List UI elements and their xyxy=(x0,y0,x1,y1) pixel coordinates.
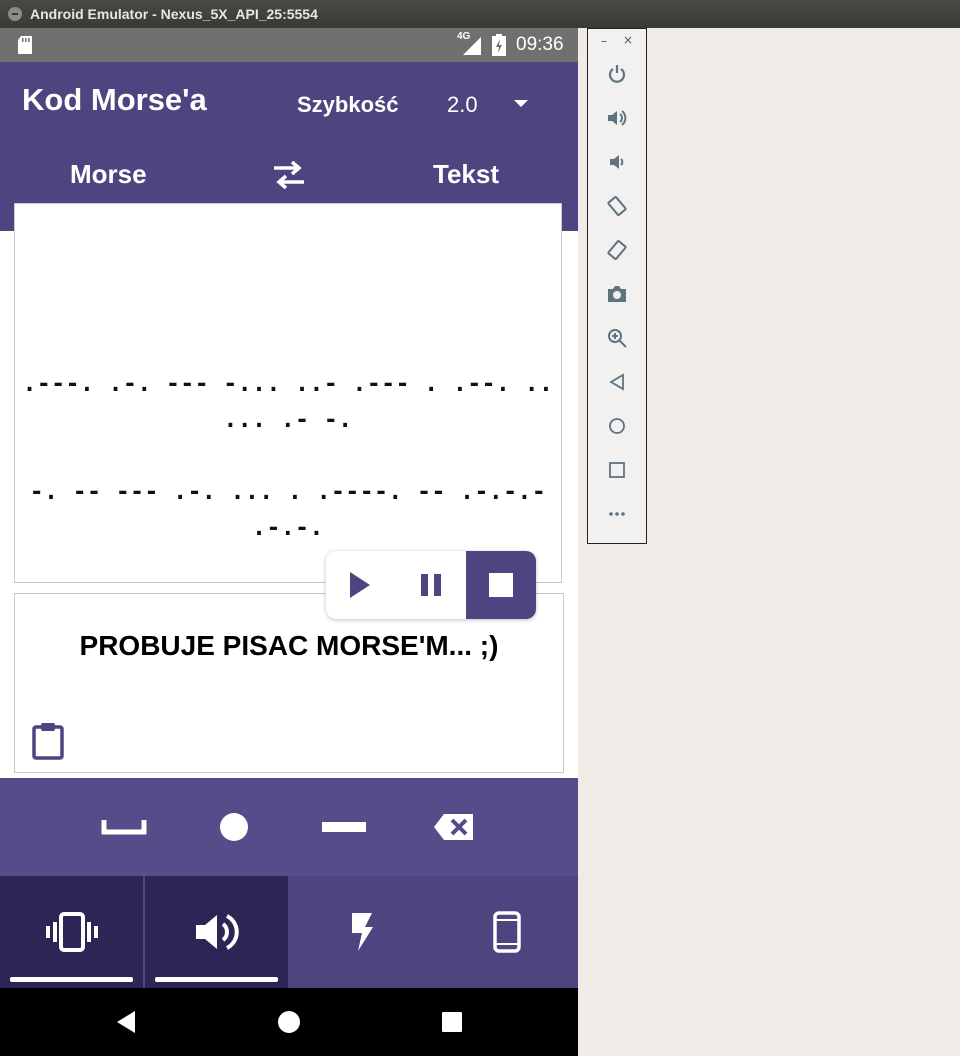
vibrate-icon xyxy=(45,912,98,952)
zoom-button[interactable] xyxy=(602,323,632,353)
speed-label: Szybkość xyxy=(297,92,399,117)
playback-controls xyxy=(326,551,536,619)
signal-icon xyxy=(463,37,481,55)
mode-vibrate[interactable] xyxy=(0,876,143,988)
speed-select[interactable]: 2.0 xyxy=(447,92,478,118)
play-button[interactable] xyxy=(330,551,390,619)
output-modes xyxy=(0,876,578,988)
nav-bar xyxy=(0,988,578,1056)
emulator-side-panel: – × xyxy=(587,28,647,544)
clock: 09:36 xyxy=(516,34,564,55)
more-button[interactable] xyxy=(602,499,632,529)
chevron-down-icon[interactable] xyxy=(514,100,528,107)
back-button[interactable] xyxy=(602,367,632,397)
home-icon xyxy=(278,1011,300,1033)
space-key-icon xyxy=(101,820,147,835)
dash-key[interactable] xyxy=(294,778,394,876)
more-icon xyxy=(609,512,625,516)
tab-tekst[interactable]: Tekst xyxy=(433,159,499,190)
pause-icon xyxy=(421,574,441,596)
mode-screen[interactable] xyxy=(435,876,578,988)
dot-key-icon xyxy=(220,813,248,841)
volume-down-icon xyxy=(610,155,624,169)
side-panel-header: – × xyxy=(588,29,646,55)
screenshot-button[interactable] xyxy=(602,279,632,309)
volume-icon xyxy=(195,914,239,950)
mode-sound[interactable] xyxy=(145,876,288,988)
pause-button[interactable] xyxy=(401,551,461,619)
volume-up-button[interactable] xyxy=(602,103,632,133)
volume-up-icon xyxy=(608,110,627,126)
back-icon xyxy=(609,373,624,391)
close-icon[interactable]: × xyxy=(623,33,633,47)
backspace-icon xyxy=(434,814,473,840)
nav-home-button[interactable] xyxy=(249,988,329,1056)
home-button[interactable] xyxy=(602,411,632,441)
morse-keypad xyxy=(0,778,578,876)
rotate-left-icon xyxy=(607,196,627,216)
overview-icon xyxy=(609,462,625,478)
nav-overview-button[interactable] xyxy=(412,988,492,1056)
camera-icon xyxy=(608,286,626,302)
screen-icon xyxy=(492,911,521,953)
tab-morse[interactable]: Morse xyxy=(70,159,147,190)
space-key[interactable] xyxy=(74,778,174,876)
rotate-right-button[interactable] xyxy=(602,235,632,265)
power-icon xyxy=(608,65,626,83)
back-icon xyxy=(117,1011,135,1033)
status-bar: 4G 09:36 xyxy=(0,28,578,62)
dash-key-icon xyxy=(322,822,366,832)
home-icon xyxy=(609,418,625,434)
morse-line: -. -- --- .-. ... . .----. -- .-.-.- .-.… xyxy=(29,479,547,541)
window-title: Android Emulator - Nexus_5X_API_25:5554 xyxy=(30,6,318,22)
overview-icon xyxy=(442,1012,462,1032)
battery-charging-icon xyxy=(492,34,506,56)
flash-icon xyxy=(351,913,373,951)
window-titlebar: Android Emulator - Nexus_5X_API_25:5554 xyxy=(0,0,960,28)
minimize-icon[interactable]: – xyxy=(601,34,607,48)
mode-active-indicator xyxy=(155,977,278,982)
rotate-right-icon xyxy=(607,240,627,260)
morse-output-panel: .---. .-. --- -... ..- .--- . .--. .. ..… xyxy=(14,203,562,613)
backspace-key[interactable] xyxy=(404,778,504,876)
decoded-text-panel: PROBUJE PISAC MORSE'M... ;) xyxy=(14,593,564,773)
sd-card-icon xyxy=(18,36,32,54)
window-close-icon[interactable] xyxy=(8,7,22,21)
zoom-icon xyxy=(608,329,627,348)
swap-icon[interactable] xyxy=(270,158,308,192)
overview-button[interactable] xyxy=(602,455,632,485)
morse-line: .---. .-. --- -... ..- .--- . .--. .. ..… xyxy=(22,371,554,433)
decoded-text: PROBUJE PISAC MORSE'M... ;) xyxy=(79,630,499,661)
stop-icon xyxy=(489,573,513,597)
volume-down-button[interactable] xyxy=(602,147,632,177)
clipboard-icon[interactable] xyxy=(31,722,65,760)
play-icon xyxy=(350,572,370,598)
app-title: Kod Morse'a xyxy=(22,82,207,117)
mode-flash[interactable] xyxy=(290,876,433,988)
mode-active-indicator xyxy=(10,977,133,982)
phone-screen: 4G 09:36 Kod Morse'a Szybkość 2.0 Morse … xyxy=(0,28,578,1056)
power-button[interactable] xyxy=(602,59,632,89)
stop-button[interactable] xyxy=(466,551,536,619)
nav-back-button[interactable] xyxy=(86,988,166,1056)
dot-key[interactable] xyxy=(184,778,284,876)
rotate-left-button[interactable] xyxy=(602,191,632,221)
